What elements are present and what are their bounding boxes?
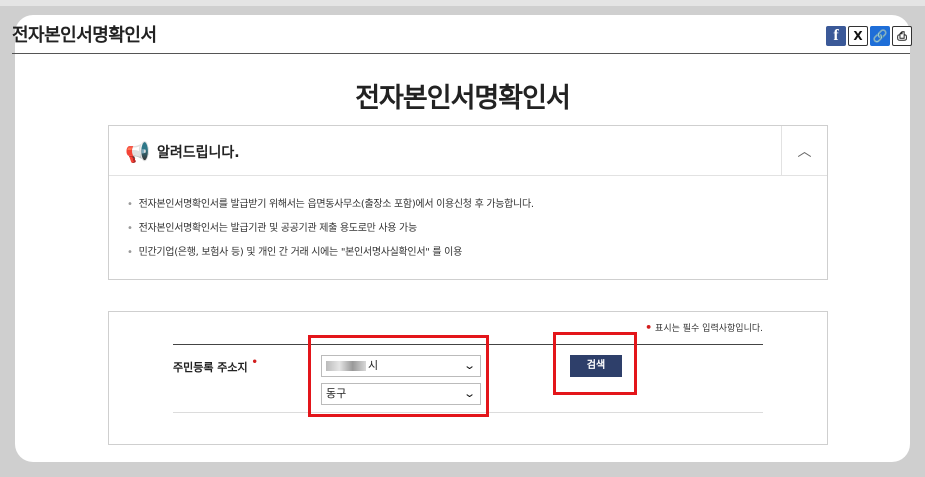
address-label: 주민등록 주소지 • [173,357,258,375]
page-header-title: 전자본인서명확인서 [12,25,157,46]
header-divider [12,53,910,54]
required-mark: • [251,357,258,368]
required-note: • 표시는 필수 입력사항입니다. [645,321,763,334]
highlight-box-search [553,332,637,395]
print-icon[interactable]: ⎙ [892,26,912,46]
collapse-chevron-icon[interactable]: ︿ [781,126,827,175]
required-mark: • [645,321,653,334]
x-share-icon[interactable]: X [848,26,868,46]
notice-item: 전자본인서명확인서는 발급기관 및 공공기관 제출 용도로만 사용 가능 [127,222,827,246]
main-title: 전자본인서명확인서 [355,83,571,114]
address-label-text: 주민등록 주소지 [173,361,248,374]
facebook-share-icon[interactable]: f [826,26,846,46]
notice-item: 전자본인서명확인서를 발급받기 위해서는 읍면동사무소(출장소 포함)에서 이용… [127,198,827,222]
highlight-box-selects [308,335,489,417]
required-note-text: 표시는 필수 입력사항입니다. [655,324,763,334]
notice-item: 민간기업(은행, 보험사 등) 및 개인 간 거래 시에는 "본인서명사실확인서… [127,246,827,270]
link-copy-icon[interactable]: 🔗 [870,26,890,46]
notice-header[interactable]: 📢 알려드립니다. ︿ [109,126,827,176]
megaphone-icon: 📢 [125,140,150,164]
browser-top-strip [0,0,925,6]
share-toolbar: f X 🔗 ⎙ [826,26,912,46]
notice-title: 알려드립니다. [157,145,240,161]
notice-list: 전자본인서명확인서를 발급받기 위해서는 읍면동사무소(출장소 포함)에서 이용… [109,176,827,270]
notice-box: 📢 알려드립니다. ︿ 전자본인서명확인서를 발급받기 위해서는 읍면동사무소(… [108,125,828,280]
